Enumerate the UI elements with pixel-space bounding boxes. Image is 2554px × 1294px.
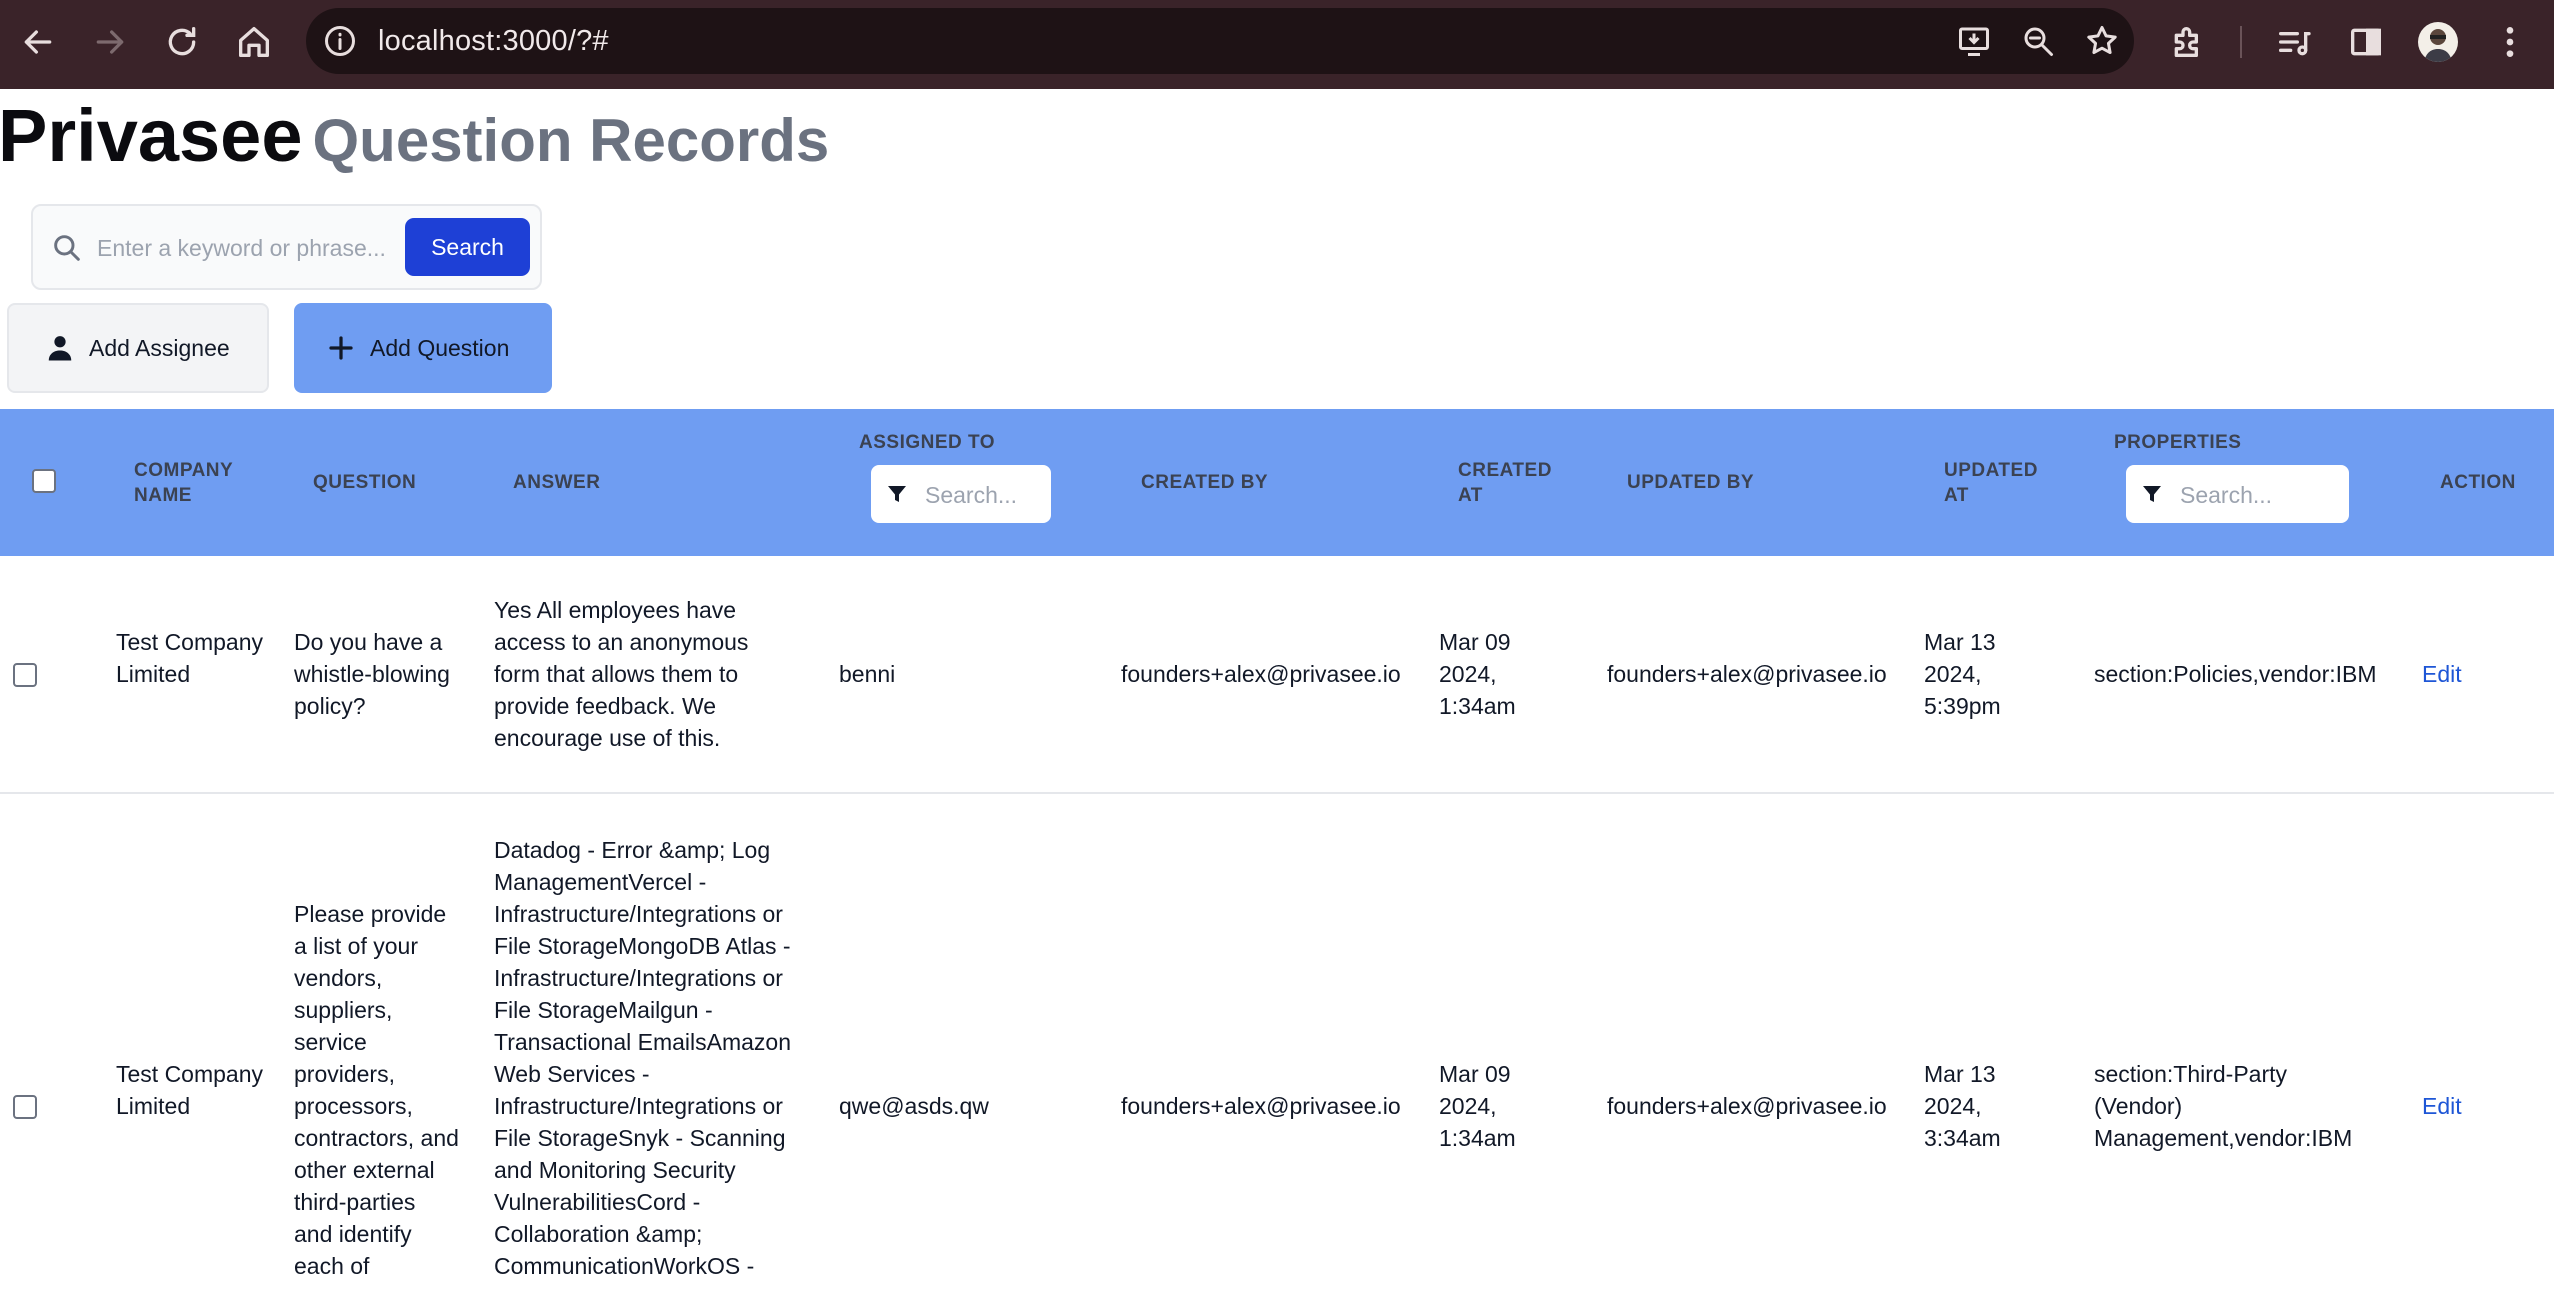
assigned-to-cell: benni (839, 661, 896, 687)
header-updated-at[interactable]: UPDATED AT (1944, 458, 2044, 508)
page-subtitle: Question Records (312, 107, 830, 174)
edit-link[interactable]: Edit (2422, 658, 2462, 690)
assigned-to-cell: qwe@asds.qw (839, 1093, 989, 1119)
url-text[interactable]: localhost:3000/?# (378, 8, 609, 74)
filter-icon (2140, 482, 2164, 506)
keyword-search-box: Search (31, 204, 542, 290)
select-all-checkbox[interactable] (32, 469, 56, 493)
question-cell: Please provide a list of your vendors, s… (294, 901, 459, 1279)
back-arrow-icon[interactable] (18, 22, 58, 62)
properties-cell: section:Third-Party (Vendor) Management,… (2094, 1061, 2353, 1151)
plus-icon (329, 336, 353, 360)
add-question-button[interactable]: Add Question (294, 303, 552, 393)
address-bar[interactable]: localhost:3000/?# (306, 8, 2134, 74)
browser-toolbar: localhost:3000/?# (0, 0, 2554, 89)
media-controls-icon[interactable] (2274, 22, 2314, 62)
created-by-cell: founders+alex@privasee.io (1121, 1093, 1401, 1119)
properties-cell: section:Policies,vendor:IBM (2094, 661, 2377, 687)
edit-link[interactable]: Edit (2422, 1090, 2462, 1122)
brand-name: Privasee (0, 94, 303, 177)
created-by-cell: founders+alex@privasee.io (1121, 661, 1401, 687)
question-cell: Do you have a whistle-blowing policy? (294, 629, 450, 719)
add-question-label: Add Question (370, 334, 510, 361)
header-updated-by[interactable]: UPDATED BY (1627, 470, 1754, 495)
header-company-name[interactable]: COMPANY NAME (134, 458, 244, 508)
updated-at-cell: Mar 13 2024, 3:34am (1924, 1061, 2001, 1151)
search-button[interactable]: Search (405, 218, 530, 276)
answer-cell: Datadog - Error &amp; Log ManagementVerc… (494, 837, 791, 1279)
filter-icon (885, 482, 909, 506)
header-properties[interactable]: PROPERTIES (2114, 430, 2241, 455)
reload-icon[interactable] (162, 22, 202, 62)
question-records-table: COMPANY NAME QUESTION ANSWER ASSIGNED TO… (0, 409, 2554, 1294)
install-app-icon[interactable] (1956, 23, 1992, 59)
side-panel-icon[interactable] (2346, 22, 2386, 62)
header-action: ACTION (2440, 472, 2516, 493)
search-icon (51, 232, 83, 264)
row-checkbox[interactable] (13, 1095, 37, 1119)
assigned-to-filter[interactable] (871, 465, 1051, 523)
assigned-to-filter-input[interactable] (923, 473, 1047, 517)
updated-at-cell: Mar 13 2024, 5:39pm (1924, 629, 2001, 719)
add-assignee-button[interactable]: Add Assignee (7, 303, 269, 393)
header-created-by[interactable]: CREATED BY (1141, 470, 1268, 495)
zoom-icon[interactable] (2020, 23, 2056, 59)
add-assignee-label: Add Assignee (89, 334, 230, 361)
answer-cell: Yes All employees have access to an anon… (494, 597, 749, 751)
profile-avatar[interactable] (2418, 22, 2458, 62)
updated-by-cell: founders+alex@privasee.io (1607, 1093, 1887, 1119)
search-input[interactable] (95, 222, 429, 274)
table-row: Test Company Limited Do you have a whist… (0, 556, 2554, 794)
bookmark-star-icon[interactable] (2084, 23, 2120, 59)
table-row: Test Company Limited Please provide a li… (0, 794, 2554, 1294)
toolbar-divider (2240, 26, 2242, 58)
more-options-icon[interactable] (2490, 22, 2530, 62)
site-info-icon[interactable] (322, 23, 358, 59)
header-question[interactable]: QUESTION (313, 470, 416, 495)
row-checkbox[interactable] (13, 663, 37, 687)
properties-filter-input[interactable] (2178, 473, 2342, 517)
created-at-cell: Mar 09 2024, 1:34am (1439, 1061, 1516, 1151)
header-created-at[interactable]: CREATED AT (1458, 458, 1558, 508)
header-answer[interactable]: ANSWER (513, 470, 600, 495)
user-icon (48, 336, 72, 361)
properties-filter[interactable] (2126, 465, 2349, 523)
page-title: Privasee Question Records (0, 86, 829, 191)
forward-arrow-icon[interactable] (90, 22, 130, 62)
table-header: COMPANY NAME QUESTION ANSWER ASSIGNED TO… (0, 409, 2554, 556)
updated-by-cell: founders+alex@privasee.io (1607, 661, 1887, 687)
extensions-icon[interactable] (2168, 22, 2208, 62)
header-assigned-to[interactable]: ASSIGNED TO (859, 430, 995, 455)
company-cell: Test Company Limited (116, 1061, 264, 1119)
home-icon[interactable] (234, 22, 274, 62)
created-at-cell: Mar 09 2024, 1:34am (1439, 629, 1516, 719)
company-cell: Test Company Limited (116, 629, 264, 687)
